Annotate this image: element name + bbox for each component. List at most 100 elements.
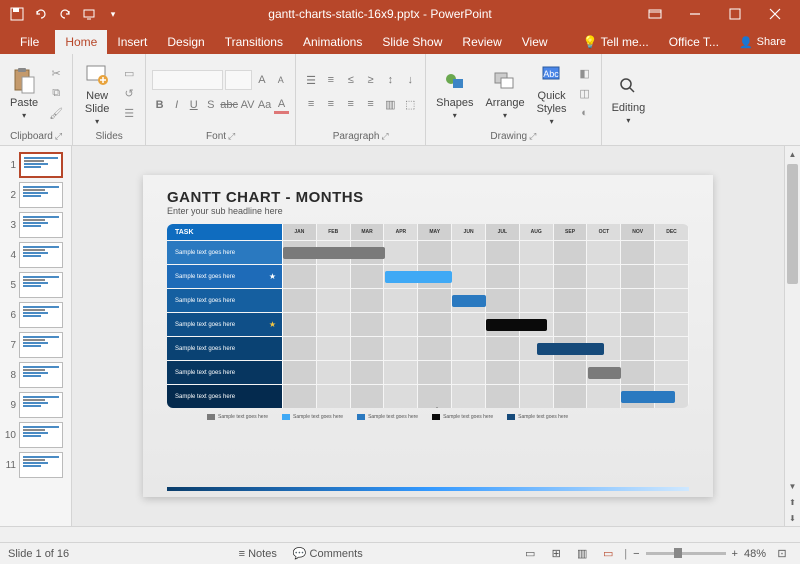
redo-icon[interactable]: [54, 3, 76, 25]
slide-subtitle[interactable]: Enter your sub headline here: [167, 206, 689, 216]
slide-thumbnail[interactable]: [19, 422, 63, 448]
align-center-icon[interactable]: ≡: [322, 95, 340, 113]
gantt-row[interactable]: Sample text goes here★: [167, 312, 689, 336]
ribbon-options-icon[interactable]: [636, 2, 674, 26]
tab-tellme[interactable]: 💡Tell me...: [573, 30, 659, 54]
arrange-button[interactable]: Arrange▾: [481, 65, 528, 122]
grow-font-icon[interactable]: A: [254, 71, 271, 89]
section-icon[interactable]: ☰: [119, 104, 139, 122]
zoom-level[interactable]: 48%: [744, 548, 766, 560]
font-family-input[interactable]: [152, 70, 223, 90]
font-size-input[interactable]: [225, 70, 252, 90]
gantt-bar[interactable]: [486, 319, 547, 331]
shape-outline-icon[interactable]: ◫: [575, 84, 595, 102]
minimize-icon[interactable]: [676, 2, 714, 26]
gantt-row[interactable]: Sample text goes here: [167, 384, 689, 408]
slide-canvas[interactable]: GANTT CHART - MONTHS Enter your sub head…: [143, 175, 713, 497]
slide-thumbnail[interactable]: [19, 152, 63, 178]
qat-customize-icon[interactable]: ▾: [102, 3, 124, 25]
shrink-font-icon[interactable]: A: [272, 71, 289, 89]
align-left-icon[interactable]: ≡: [302, 95, 320, 113]
clipboard-launcher-icon[interactable]: ⤢: [55, 131, 62, 142]
bullets-icon[interactable]: ☰: [302, 71, 320, 89]
indent-inc-icon[interactable]: ≥: [362, 71, 380, 89]
tab-office[interactable]: Office T...: [659, 30, 729, 54]
slide-title[interactable]: GANTT CHART - MONTHS: [167, 189, 689, 206]
slide-thumbnail[interactable]: [19, 212, 63, 238]
gantt-bar[interactable]: [621, 391, 675, 403]
scrollbar-thumb[interactable]: [787, 164, 798, 284]
share-button[interactable]: 👤Share: [729, 30, 796, 54]
slide-thumbnail[interactable]: [19, 272, 63, 298]
vertical-scrollbar[interactable]: ▲ ▼ ⬆ ⬇: [784, 146, 800, 526]
tab-slideshow[interactable]: Slide Show: [372, 30, 452, 54]
font-launcher-icon[interactable]: ⤢: [228, 131, 235, 142]
tab-transitions[interactable]: Transitions: [215, 30, 293, 54]
line-spacing-icon[interactable]: ↕: [381, 71, 399, 89]
slide-thumbnail[interactable]: [19, 182, 63, 208]
tab-file[interactable]: File: [4, 30, 55, 54]
scroll-up-icon[interactable]: ▲: [785, 146, 800, 162]
gantt-bar[interactable]: [452, 295, 486, 307]
slide-area[interactable]: GANTT CHART - MONTHS Enter your sub head…: [72, 146, 784, 526]
slide-thumbnail[interactable]: [19, 242, 63, 268]
bold-icon[interactable]: B: [152, 96, 167, 114]
spacing-icon[interactable]: AV: [240, 96, 255, 114]
slide-thumbnail[interactable]: [19, 332, 63, 358]
underline-icon[interactable]: U: [186, 96, 201, 114]
zoom-in-icon[interactable]: +: [732, 548, 738, 560]
close-icon[interactable]: [756, 2, 794, 26]
save-icon[interactable]: [6, 3, 28, 25]
columns-icon[interactable]: ▥: [381, 95, 399, 113]
gantt-row[interactable]: Sample text goes here: [167, 360, 689, 384]
gantt-row[interactable]: Sample text goes here★: [167, 264, 689, 288]
notes-button[interactable]: ≡Notes: [233, 547, 283, 560]
gantt-bar[interactable]: [537, 343, 605, 355]
tab-review[interactable]: Review: [452, 30, 511, 54]
justify-icon[interactable]: ≡: [362, 95, 380, 113]
horizontal-scrollbar[interactable]: [0, 526, 800, 542]
case-icon[interactable]: Aa: [257, 96, 272, 114]
prev-slide-icon[interactable]: ⬆: [785, 494, 800, 510]
slide-counter[interactable]: Slide 1 of 16: [8, 548, 69, 560]
smartart-icon[interactable]: ⬚: [401, 95, 419, 113]
reset-icon[interactable]: ↺: [119, 84, 139, 102]
shape-fill-icon[interactable]: ◧: [575, 64, 595, 82]
slide-thumbnail[interactable]: [19, 392, 63, 418]
align-right-icon[interactable]: ≡: [342, 95, 360, 113]
shape-effects-icon[interactable]: ◐: [575, 104, 595, 122]
editing-button[interactable]: Editing▾: [608, 70, 650, 127]
layout-icon[interactable]: ▭: [119, 64, 139, 82]
undo-icon[interactable]: [30, 3, 52, 25]
text-dir-icon[interactable]: ↓: [401, 71, 419, 89]
slide-thumbnail[interactable]: [19, 452, 63, 478]
zoom-slider[interactable]: [646, 552, 726, 555]
slide-thumbnail[interactable]: [19, 362, 63, 388]
cut-icon[interactable]: ✂: [46, 64, 66, 82]
tab-insert[interactable]: Insert: [107, 30, 157, 54]
gantt-row[interactable]: Sample text goes here: [167, 240, 689, 264]
format-painter-icon[interactable]: 🖌: [46, 104, 66, 122]
quick-styles-button[interactable]: Abc Quick Styles▾: [533, 58, 571, 127]
tab-view[interactable]: View: [512, 30, 558, 54]
gantt-row[interactable]: Sample text goes here: [167, 336, 689, 360]
strike-icon[interactable]: abc: [220, 96, 238, 114]
gantt-bar[interactable]: [385, 271, 453, 283]
numbering-icon[interactable]: ≡: [322, 71, 340, 89]
gantt-row[interactable]: Sample text goes here: [167, 288, 689, 312]
shadow-icon[interactable]: S: [203, 96, 218, 114]
copy-icon[interactable]: ⧉: [46, 84, 66, 102]
start-slideshow-icon[interactable]: [78, 3, 100, 25]
font-color-icon[interactable]: A: [274, 96, 289, 114]
new-slide-button[interactable]: New Slide▾: [79, 58, 115, 127]
next-slide-icon[interactable]: ⬇: [785, 510, 800, 526]
gantt-bar[interactable]: [588, 367, 622, 379]
slide-thumbnail[interactable]: [19, 302, 63, 328]
thumbnail-panel[interactable]: 1 2 3 4 5 6 7 8 9 10 11: [0, 146, 72, 526]
zoom-out-icon[interactable]: −: [633, 548, 639, 560]
tab-home[interactable]: Home: [55, 30, 107, 54]
gantt-bar[interactable]: [283, 247, 385, 259]
scroll-down-icon[interactable]: ▼: [785, 478, 800, 494]
indent-dec-icon[interactable]: ≤: [342, 71, 360, 89]
italic-icon[interactable]: I: [169, 96, 184, 114]
